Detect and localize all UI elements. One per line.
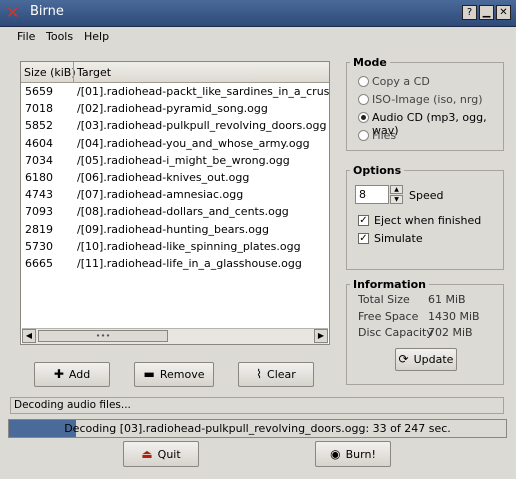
cell-target: /[02].radiohead-pyramid_song.ogg: [77, 102, 268, 116]
exit-icon: ⏏: [141, 447, 153, 461]
scroll-thumb[interactable]: ∙∙∙: [38, 330, 168, 342]
free-space-label: Free Space: [358, 310, 419, 323]
information-title: Information: [350, 278, 429, 291]
mode-option-label[interactable]: ISO-Image (iso, nrg): [372, 93, 482, 106]
table-row[interactable]: 7093 /[08].radiohead-dollars_and_cents.og…: [21, 203, 329, 220]
clear-button[interactable]: ⌇ Clear: [238, 362, 314, 387]
menu-file[interactable]: File: [17, 30, 35, 43]
remove-button[interactable]: ▬ Remove: [134, 362, 214, 387]
table-row[interactable]: 5659 /[01].radiohead-packt_like_sardines_…: [21, 83, 330, 100]
disc-capacity-label: Disc Capacity: [358, 326, 433, 339]
broom-icon: ⌇: [256, 367, 263, 381]
menu-bar: File Tools Help: [0, 27, 516, 47]
scroll-left-icon[interactable]: ◀: [22, 329, 36, 343]
cell-target: /[07].radiohead-amnesiac.ogg: [77, 188, 244, 202]
list-header: Size (kiB) Target: [21, 62, 329, 83]
simulate-checkbox[interactable]: ✓: [358, 233, 369, 244]
table-row[interactable]: 6665 /[11].radiohead-life_in_a_glasshouse…: [21, 255, 329, 272]
total-size-value: 61 MiB: [428, 293, 466, 306]
title-bar[interactable]: ✕ Birne ? ▁ ✕: [0, 0, 516, 27]
add-button[interactable]: ✚ Add: [34, 362, 110, 387]
horizontal-scrollbar[interactable]: ◀ ∙∙∙ ▶: [22, 328, 328, 344]
table-row[interactable]: 5730 /[10].radiohead-like_spinning_plates…: [21, 238, 329, 255]
spin-down-icon[interactable]: ▼: [390, 195, 403, 204]
mode-radio-2[interactable]: [358, 112, 369, 123]
eject-checkbox[interactable]: ✓: [358, 215, 369, 226]
remove-label: Remove: [159, 368, 205, 381]
cell-size: 7034: [25, 153, 53, 167]
cell-target: /[11].radiohead-life_in_a_glasshouse.ogg: [77, 257, 302, 270]
quit-button[interactable]: ⏏ Quit: [123, 441, 199, 467]
simulate-label[interactable]: Simulate: [374, 232, 423, 245]
track-list[interactable]: Size (kiB) Target 5659 /[01].radiohead-pa…: [20, 61, 330, 345]
cell-size: 6665: [25, 257, 53, 270]
cell-target: /[10].radiohead-like_spinning_plates.ogg: [77, 239, 301, 253]
column-size[interactable]: Size (kiB): [24, 66, 76, 79]
table-row[interactable]: 7034 /[05].radiohead-i_might_be_wrong.ogg: [21, 152, 329, 169]
cell-size: 4743: [25, 188, 53, 202]
cell-size: 4604: [25, 136, 53, 150]
refresh-icon: ⟳: [398, 352, 409, 366]
minimize-icon[interactable]: ▁: [479, 5, 494, 20]
window-title: Birne: [30, 4, 64, 19]
spin-up-icon[interactable]: ▲: [390, 185, 403, 194]
mode-radio-3[interactable]: [358, 130, 369, 141]
cell-size: 5730: [25, 239, 53, 253]
table-row[interactable]: 6180 /[06].radiohead-knives_out.ogg: [21, 169, 329, 186]
eject-label[interactable]: Eject when finished: [374, 214, 481, 227]
cell-target: /[09].radiohead-hunting_bears.ogg: [77, 222, 269, 236]
clear-label: Clear: [267, 368, 296, 381]
plus-icon: ✚: [53, 367, 64, 381]
cell-size: 6180: [25, 171, 53, 184]
cell-target: /[03].radiohead-pulkpull_revolving_doors…: [77, 119, 327, 133]
scroll-right-icon[interactable]: ▶: [314, 329, 328, 343]
table-row[interactable]: 4604 /[04].radiohead-you_and_whose_army.o…: [21, 135, 329, 152]
mode-title: Mode: [350, 56, 390, 69]
speed-label: Speed: [409, 189, 444, 202]
app-icon: ✕: [6, 3, 20, 22]
quit-label: Quit: [157, 448, 181, 461]
cell-target: /[05].radiohead-i_might_be_wrong.ogg: [77, 153, 290, 167]
column-target[interactable]: Target: [77, 66, 111, 79]
burn-button[interactable]: ◉ Burn!: [315, 441, 391, 467]
mode-radio-0[interactable]: [358, 76, 369, 87]
update-label: Update: [413, 353, 454, 366]
table-row[interactable]: 2819 /[09].radiohead-hunting_bears.ogg: [21, 221, 329, 238]
column-separator[interactable]: [73, 62, 74, 82]
cell-size: 7018: [25, 102, 53, 116]
mode-option-label[interactable]: Files: [372, 129, 396, 142]
mode-option-label[interactable]: Copy a CD: [372, 75, 430, 88]
help-icon[interactable]: ?: [462, 5, 477, 20]
add-label: Add: [68, 368, 91, 381]
table-row[interactable]: 4743 /[07].radiohead-amnesiac.ogg: [21, 186, 329, 203]
disc-icon: ◉: [330, 447, 341, 461]
burn-label: Burn!: [345, 448, 376, 461]
cell-size: 2819: [25, 222, 53, 236]
mode-radio-1[interactable]: [358, 94, 369, 105]
total-size-label: Total Size: [358, 293, 410, 306]
table-row[interactable]: 5852 /[03].radiohead-pulkpull_revolving_d…: [21, 117, 329, 134]
progress-text: Decoding [03].radiohead-pulkpull_revolvi…: [64, 422, 451, 435]
close-icon[interactable]: ✕: [496, 5, 511, 20]
options-title: Options: [350, 164, 405, 177]
menu-help[interactable]: Help: [84, 30, 109, 43]
cell-size: 5852: [25, 119, 53, 133]
cell-target: /[06].radiohead-knives_out.ogg: [77, 171, 250, 184]
free-space-value: 1430 MiB: [428, 310, 480, 323]
cell-target: /[01].radiohead-packt_like_sardines_in_a…: [77, 85, 330, 98]
status-bar: Decoding audio files...: [10, 397, 504, 414]
menu-tools[interactable]: Tools: [46, 30, 73, 43]
disc-capacity-value: 702 MiB: [428, 326, 473, 339]
cell-size: 7093: [25, 205, 53, 219]
speed-input[interactable]: 8: [355, 185, 389, 204]
table-row[interactable]: 7018 /[02].radiohead-pyramid_song.ogg: [21, 100, 329, 117]
update-button[interactable]: ⟳ Update: [395, 348, 457, 371]
cell-target: /[08].radiohead-dollars_and_cents.ogg: [77, 205, 289, 219]
cell-size: 5659: [25, 85, 53, 98]
cell-target: /[04].radiohead-you_and_whose_army.ogg: [77, 136, 310, 150]
progress-bar: Decoding [03].radiohead-pulkpull_revolvi…: [8, 419, 507, 438]
minus-icon: ▬: [143, 367, 155, 381]
